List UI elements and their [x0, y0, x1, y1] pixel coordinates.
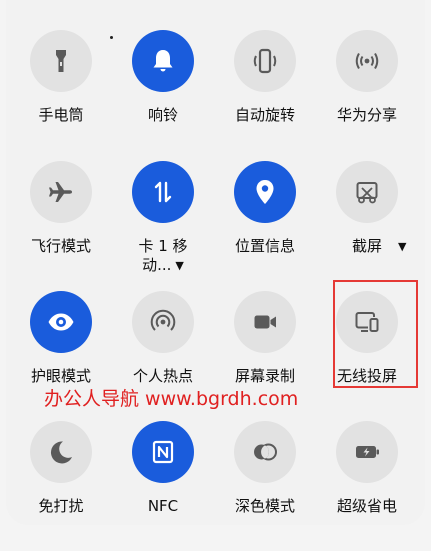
mobile-data-toggle[interactable]: [132, 161, 194, 223]
airplane-toggle[interactable]: [30, 161, 92, 223]
auto-rotate-toggle[interactable]: [234, 30, 296, 92]
watermark: 办公人导航 www.bgrdh.com: [44, 388, 299, 410]
tile-label: 响铃: [147, 106, 178, 124]
screenshot-icon: [356, 182, 378, 204]
tile-screenshot[interactable]: 截屏: [315, 161, 419, 291]
huawei-share-icon: [355, 52, 379, 70]
nfc-toggle[interactable]: [132, 421, 194, 483]
location-pin-icon: [256, 180, 274, 204]
moon-icon: [50, 441, 72, 464]
tile-huawei-share[interactable]: 华为分享: [315, 30, 419, 160]
tile-location[interactable]: 位置信息: [213, 161, 317, 291]
auto-rotate-icon: [253, 48, 277, 74]
eye-icon: [48, 313, 74, 331]
tile-airplane[interactable]: 飞行模式: [9, 161, 113, 291]
tile-label: 飞行模式: [30, 237, 91, 255]
tile-label: NFC: [147, 497, 179, 515]
tile-label: 手电筒: [38, 106, 84, 124]
tile-label: 深色模式: [234, 497, 295, 515]
dark-mode-icon: [254, 443, 277, 461]
do-not-disturb-toggle[interactable]: [30, 421, 92, 483]
tile-auto-rotate[interactable]: 自动旋转: [213, 30, 317, 160]
hotspot-toggle[interactable]: [132, 291, 194, 353]
ring-toggle[interactable]: [132, 30, 194, 92]
tile-ring[interactable]: 响铃: [111, 30, 215, 160]
highlight-box: [333, 280, 418, 388]
location-toggle[interactable]: [234, 161, 296, 223]
eye-comfort-toggle[interactable]: [30, 291, 92, 353]
airplane-icon: [49, 182, 72, 202]
tile-do-not-disturb[interactable]: 免打扰: [9, 421, 113, 551]
mobile-data-icon: [154, 181, 172, 203]
tile-label: 卡 1 移动... ▼: [138, 237, 188, 274]
tile-flashlight[interactable]: 手电筒: [9, 30, 113, 160]
tile-label: 超级省电: [336, 497, 397, 515]
screenshot-options-chevron-icon[interactable]: ▼: [398, 240, 406, 253]
tile-label: 免打扰: [38, 497, 84, 515]
bell-icon: [153, 50, 173, 72]
tile-label: 位置信息: [234, 237, 295, 255]
video-camera-icon: [254, 315, 276, 329]
tile-nfc[interactable]: NFC: [111, 421, 215, 551]
nfc-icon: [152, 440, 174, 464]
quick-settings-panel: 手电筒 响铃 自动旋转 华为分享 飞行模式 卡 1 移动... ▼ 位置信息 截…: [6, 0, 425, 525]
flashlight-icon: [56, 50, 66, 72]
tile-mobile-data[interactable]: 卡 1 移动... ▼: [111, 161, 215, 291]
battery-saver-icon: [356, 446, 379, 458]
tile-battery-saver[interactable]: 超级省电: [315, 421, 419, 551]
screen-recording-toggle[interactable]: [234, 291, 296, 353]
flashlight-toggle[interactable]: [30, 30, 92, 92]
tile-label: 自动旋转: [234, 106, 295, 124]
screenshot-toggle[interactable]: [336, 161, 398, 223]
tile-label: 华为分享: [336, 106, 397, 124]
huawei-share-toggle[interactable]: [336, 30, 398, 92]
battery-saver-toggle[interactable]: [336, 421, 398, 483]
chevron-down-icon[interactable]: ▼: [175, 259, 183, 272]
tile-dark-mode[interactable]: 深色模式: [213, 421, 317, 551]
hotspot-icon: [150, 309, 176, 331]
dark-mode-toggle[interactable]: [234, 421, 296, 483]
